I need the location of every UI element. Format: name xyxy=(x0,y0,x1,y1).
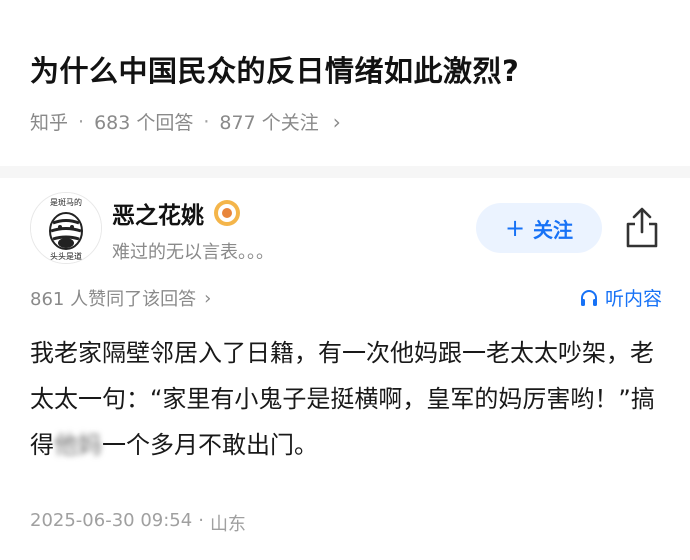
answers-count: 683 个回答 xyxy=(94,112,194,134)
author-name-row[interactable]: 恶之花姚 xyxy=(112,196,242,230)
avatar-text-top: 是斑马的 xyxy=(50,197,82,207)
question-meta[interactable]: 知乎 · 683 个回答 · 877 个关注 › xyxy=(30,108,341,135)
agree-count[interactable]: 861 人赞同了该回答 › xyxy=(30,285,211,311)
meta-separator: · xyxy=(203,110,210,133)
avatar-text-bottom: 头头是道 xyxy=(50,251,82,261)
answer-meta: 2025-06-30 09:54 · 山东 xyxy=(30,510,246,536)
badge-icon xyxy=(212,198,242,228)
zebra-avatar-icon: 是斑马的 头头是道 xyxy=(31,193,101,263)
avatar[interactable]: 是斑马的 头头是道 xyxy=(30,192,102,264)
section-divider xyxy=(0,166,690,178)
followers-count: 877 个关注 xyxy=(219,112,319,134)
plus-icon: + xyxy=(504,214,526,242)
agree-text: 861 人赞同了该回答 xyxy=(30,289,197,310)
follow-label: 关注 xyxy=(533,217,574,242)
answer-text-end: 一个多月不敢出门。 xyxy=(102,431,318,459)
chevron-right-icon: › xyxy=(204,287,212,309)
listen-button[interactable]: 听内容 xyxy=(579,284,662,311)
answer-content[interactable]: 我老家隔壁邻居入了日籍，有一次他妈跟一老太太吵架，老太太一句：“家里有小鬼子是挺… xyxy=(30,330,670,468)
author-bio: 难过的无以言表。。。 xyxy=(112,242,274,263)
meta-separator: · xyxy=(78,110,85,133)
question-title[interactable]: 为什么中国民众的反日情绪如此激烈? xyxy=(30,48,519,90)
meta-separator: · xyxy=(198,510,204,531)
share-icon[interactable] xyxy=(622,206,662,250)
follow-button[interactable]: + 关注 xyxy=(476,203,602,253)
headphones-icon xyxy=(580,289,597,306)
chevron-right-icon[interactable]: › xyxy=(333,110,341,134)
listen-label: 听内容 xyxy=(604,288,662,310)
author-name[interactable]: 恶之花姚 xyxy=(112,196,204,230)
answer-location: 山东 xyxy=(209,514,246,535)
site-name: 知乎 xyxy=(30,112,69,134)
answer-date: 2025-06-30 09:54 xyxy=(30,510,193,531)
blurred-text: 他妈 xyxy=(54,431,102,459)
